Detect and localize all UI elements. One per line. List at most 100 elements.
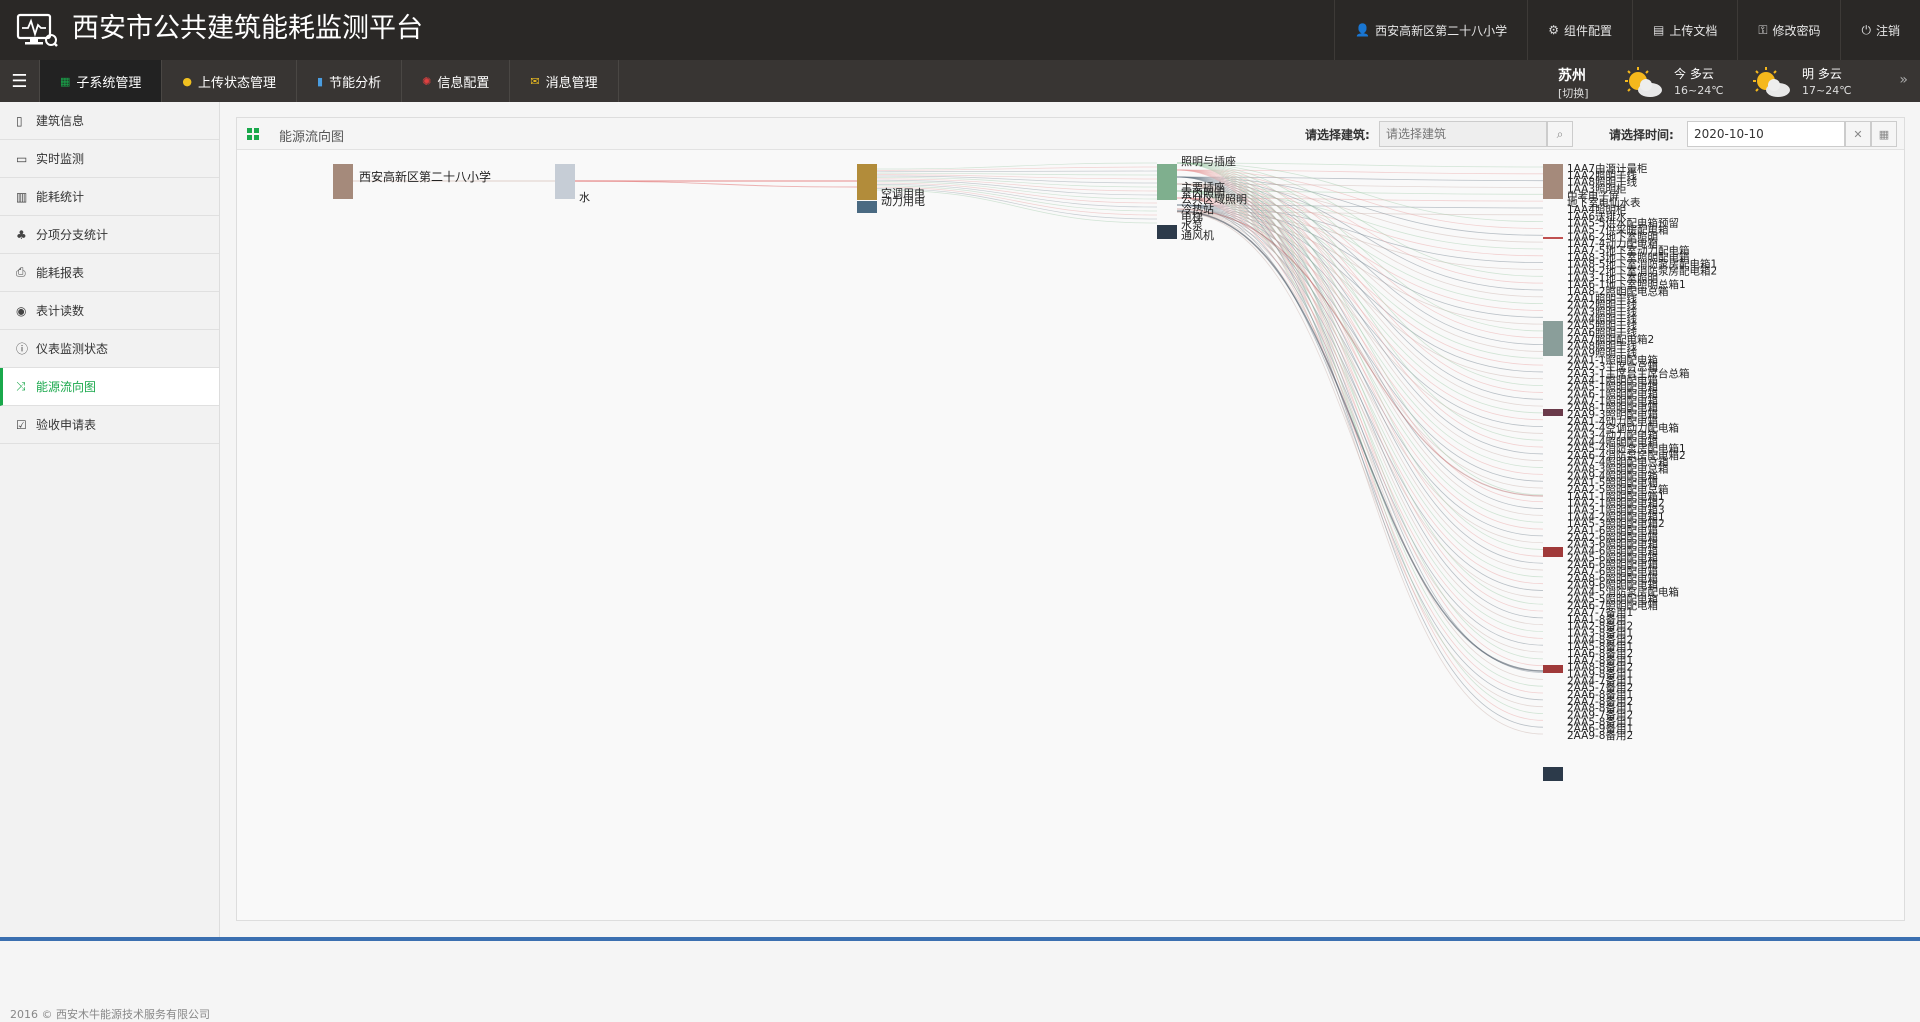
- sidebar-item-5[interactable]: ◉ 表计读数: [0, 292, 219, 330]
- header-link-label: 组件配置: [1563, 23, 1612, 38]
- sankey-link: [876, 170, 1158, 173]
- panel-header: 能源流向图 请选择建筑: ⌕ 请选择时间: ✕ ▦: [237, 118, 1904, 150]
- sankey-link: [1176, 176, 1544, 728]
- nav-tab-3[interactable]: ✺ 信息配置: [402, 60, 511, 102]
- sidebar-item-3[interactable]: ♣ 分项分支统计: [0, 216, 219, 254]
- sankey-node[interactable]: [1543, 665, 1563, 673]
- sankey-node-label: 通风机: [1181, 228, 1214, 242]
- nav-tab-0[interactable]: ▦ 子系统管理: [40, 60, 163, 102]
- sidebar-item-label: 实时监测: [36, 152, 85, 166]
- weather-next-icon[interactable]: »: [1899, 72, 1908, 88]
- sankey-node[interactable]: [1543, 409, 1563, 416]
- sankey-node[interactable]: [1157, 164, 1177, 200]
- header-link-key[interactable]: ⚿ 修改密码: [1737, 0, 1840, 60]
- sidebar-item-0[interactable]: ▯ 建筑信息: [0, 102, 219, 140]
- clear-date-icon[interactable]: ✕: [1845, 121, 1871, 147]
- sidebar-item-1[interactable]: ▭ 实时监测: [0, 140, 219, 178]
- header-links: 👤 西安高新区第二十八小学 ⚙ 组件配置 ▤ 上传文档 ⚿ 修改密码 ⏻ 注销: [1334, 0, 1920, 60]
- sidebar-item-8[interactable]: ☑ 验收申请表: [0, 406, 219, 444]
- laptop-icon: ▭: [16, 151, 28, 166]
- dashboard-icon: ◉: [16, 303, 27, 318]
- info-icon: ⓘ: [16, 342, 29, 356]
- sidebar-item-label: 能源流向图: [36, 380, 97, 394]
- sankey-link: [1176, 169, 1544, 667]
- sidebar-item-label: 能耗报表: [36, 266, 85, 280]
- sankey-node-label: 动力用电: [881, 195, 925, 208]
- weather-today-temp: 16~24℃: [1674, 84, 1724, 97]
- sankey-node[interactable]: [333, 164, 353, 199]
- sankey-link: [1176, 183, 1544, 626]
- key-icon: ⚿: [1758, 22, 1768, 37]
- nav-tab-1[interactable]: ● 上传状态管理: [162, 60, 298, 102]
- app-title: 西安市公共建筑能耗监测平台: [72, 13, 423, 44]
- building-icon: ▯: [16, 113, 23, 128]
- sidebar-item-6[interactable]: ⓘ 仪表监测状态: [0, 330, 219, 368]
- sankey-link: [1176, 183, 1544, 680]
- envelope-icon: ✉: [530, 74, 540, 88]
- bar-chart-icon: ▮: [317, 74, 324, 88]
- check-icon: ☑: [16, 417, 27, 432]
- nav-tab-4[interactable]: ✉ 消息管理: [510, 60, 619, 102]
- sankey-node[interactable]: [1543, 237, 1563, 239]
- sankey-diagram: 西安高新区第二十八小学水 空调用电动力用电照明与插座主要插座室内照明公共区域照明冷…: [333, 154, 1717, 781]
- weather-tomorrow: 明 多云 17~24℃: [1750, 62, 1852, 102]
- weather-tomorrow-temp: 17~24℃: [1802, 84, 1852, 97]
- weather-today-cond: 多云: [1689, 67, 1714, 81]
- weather-today-day: 今: [1674, 67, 1687, 81]
- sitemap-icon: ♣: [16, 227, 27, 242]
- sidebar-menu: ▯ 建筑信息 ▭ 实时监测 ▥ 能耗统计 ♣ 分项分支统计 ⎙ 能耗报表 ◉ 表计读数 ⓘ 仪表监测状态 ⤨…: [0, 102, 219, 444]
- header-link-book[interactable]: ▤ 上传文档: [1631, 0, 1737, 60]
- panel-title: 能源流向图: [279, 130, 345, 145]
- sankey-link: [1176, 162, 1544, 550]
- sidebar-item-4[interactable]: ⎙ 能耗报表: [0, 254, 219, 292]
- sankey-link: [1176, 210, 1544, 672]
- partly-cloudy-icon: [1753, 67, 1790, 97]
- building-select-label: 请选择建筑:: [1305, 128, 1370, 142]
- nav-tab-label: 节能分析: [329, 75, 382, 91]
- header-link-label: 注销: [1875, 23, 1900, 38]
- sankey-node[interactable]: [1543, 547, 1563, 557]
- date-input[interactable]: [1687, 121, 1845, 147]
- sankey-node[interactable]: [555, 164, 575, 199]
- user-icon: 👤: [1355, 23, 1371, 37]
- sankey-node[interactable]: [1543, 767, 1563, 781]
- cog-icon: ✺: [422, 74, 432, 88]
- calendar-icon[interactable]: ▦: [1871, 121, 1897, 147]
- sankey-link: [1176, 183, 1544, 735]
- weather-widget: 苏州 [切换] 今 多云 16~24℃ 明 多云 17~24℃ »: [1540, 60, 1920, 102]
- os-taskbar: [0, 937, 1920, 941]
- weather-city: 苏州: [1558, 68, 1586, 84]
- bar-chart-icon: ▥: [16, 189, 28, 204]
- weather-tomorrow-cond: 多云: [1817, 67, 1842, 81]
- main-navbar: ☰ ▦ 子系统管理 ● 上传状态管理 ▮ 节能分析 ✺ 信息配置 ✉ 消息管理 苏州 [切换] 今…: [0, 60, 1920, 102]
- building-search-input[interactable]: [1379, 121, 1547, 147]
- sankey-node[interactable]: [1543, 164, 1563, 199]
- random-icon: ⤨: [16, 379, 26, 393]
- nav-tab-label: 子系统管理: [76, 75, 142, 91]
- exclamation-icon: ●: [182, 74, 193, 88]
- print-icon: ⎙: [16, 265, 26, 279]
- sankey-node[interactable]: [857, 201, 877, 213]
- sidebar-item-label: 分项分支统计: [36, 228, 109, 242]
- sidebar-item-7[interactable]: ⤨ 能源流向图: [0, 368, 219, 406]
- sankey-node-label: 2AA9-8备用2: [1567, 729, 1633, 742]
- header-link-user[interactable]: 👤 西安高新区第二十八小学: [1334, 0, 1527, 60]
- sidebar-item-2[interactable]: ▥ 能耗统计: [0, 178, 219, 216]
- sankey-node[interactable]: [857, 164, 877, 200]
- sankey-link: [1176, 162, 1544, 714]
- nav-tab-2[interactable]: ▮ 节能分析: [297, 60, 403, 102]
- weather-tomorrow-day: 明: [1802, 67, 1815, 81]
- header-link-power[interactable]: ⏻ 注销: [1840, 0, 1920, 60]
- city-switch-link[interactable]: [切换]: [1558, 85, 1589, 101]
- energy-flow-panel: 能源流向图 请选择建筑: ⌕ 请选择时间: ✕ ▦ 西安高新区第二十八小学水空调…: [236, 117, 1905, 921]
- sankey-node-label: 水: [579, 191, 590, 204]
- hamburger-menu-icon[interactable]: ☰: [0, 60, 40, 102]
- sankey-link: [1176, 176, 1544, 564]
- header-link-gear[interactable]: ⚙ 组件配置: [1527, 0, 1632, 60]
- sankey-node[interactable]: [1157, 225, 1177, 239]
- copyright-footer: 2016 © 西安木牛能源技术服务有限公司: [10, 1008, 210, 1021]
- sankey-link: [1176, 169, 1544, 721]
- sankey-node[interactable]: [1543, 321, 1563, 356]
- sidebar-item-label: 建筑信息: [36, 114, 85, 128]
- search-icon[interactable]: ⌕: [1547, 121, 1573, 147]
